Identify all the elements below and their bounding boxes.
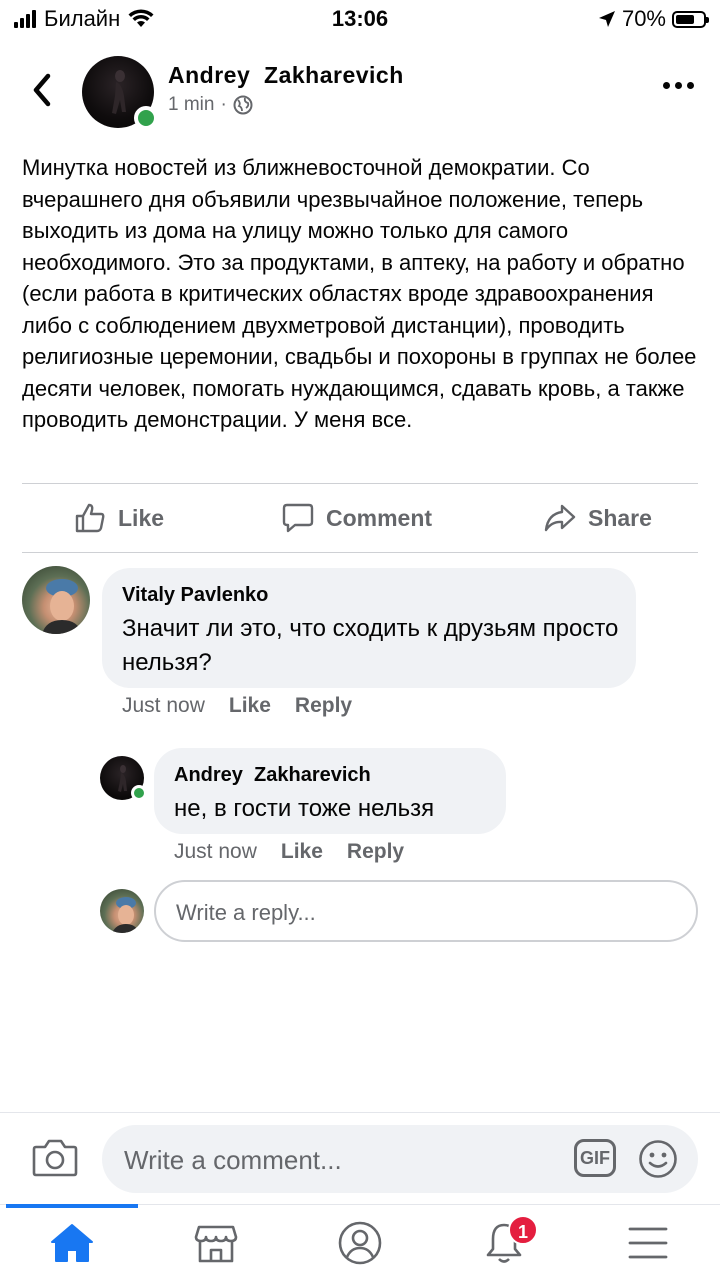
comment-item: Vitaly Pavlenko Значит ли это, что сходи… [0,566,720,726]
battery-icon [672,10,709,28]
marketplace-icon [194,1225,238,1263]
online-status-dot [131,785,147,801]
emoji-icon[interactable] [638,1139,678,1179]
meta-separator: · [220,94,227,115]
comment-author[interactable]: Vitaly Pavlenko [122,584,268,607]
tab-notifications[interactable]: 1 [432,1215,576,1269]
tab-home[interactable] [0,1217,144,1269]
home-icon [51,1224,93,1262]
share-arrow-icon [544,504,576,532]
reply-text: не, в гости тоже нельзя [174,795,435,822]
comment-time: Just now [122,694,205,717]
battery-percent: 70% [621,6,666,31]
active-tab-indicator [6,1204,138,1208]
tab-profile[interactable] [288,1217,432,1269]
post-text: Минутка новостей из ближневосточной демо… [22,155,697,432]
notifications-wrap: 1 [482,1215,538,1265]
comment-text: Значит ли это, что сходить к друзьям про… [122,615,619,676]
reply-actions: Just now Like Reply [174,840,404,864]
current-user-avatar [100,889,144,933]
comment-like-button[interactable]: Like [229,694,271,718]
more-options-icon[interactable] [663,82,694,89]
comment-bubble[interactable]: Vitaly Pavlenko Значит ли это, что сходи… [102,568,636,688]
notification-badge: 1 [508,1215,538,1245]
gif-button[interactable]: GIF [574,1139,616,1177]
comment-button[interactable]: Comment [282,484,432,552]
comment-label: Comment [326,504,433,531]
thumbs-up-icon [75,503,105,533]
bottom-tab-bar: 1 [0,1204,720,1280]
profile-icon [338,1221,382,1265]
comment-placeholder: Write a comment... [124,1145,342,1175]
share-label: Share [588,504,652,531]
author-name[interactable]: Andrey Zakharevich [168,62,404,89]
divider-bottom [22,552,698,553]
status-bar: Билайн 13:06 70% [0,0,720,40]
like-label: Like [118,504,165,531]
post-header: Andrey Zakharevich 1 min · [0,48,720,134]
reply-time: Just now [174,840,257,863]
back-icon[interactable] [26,70,60,110]
reply-author-avatar[interactable] [100,756,147,801]
camera-icon[interactable] [32,1137,78,1177]
reply-like-button[interactable]: Like [281,840,323,864]
globe-icon [233,95,253,115]
comment-composer: Write a comment... GIF [0,1112,720,1204]
author-avatar[interactable] [82,56,158,130]
hamburger-menu-icon [628,1227,668,1259]
comment-bubble-icon [282,503,314,533]
tab-marketplace[interactable] [144,1217,288,1269]
reply-reply-button[interactable]: Reply [347,840,404,864]
reply-input[interactable]: Write a reply... [154,880,698,942]
reply-author[interactable]: Andrey Zakharevich [174,764,371,787]
commenter-avatar[interactable] [22,566,90,634]
reply-placeholder: Write a reply... [176,900,316,925]
post-meta: 1 min · [168,94,253,116]
person-photo-icon [42,579,82,634]
like-button[interactable]: Like [74,484,164,552]
comment-input[interactable]: Write a comment... GIF [102,1125,698,1193]
online-status-dot [134,106,158,130]
post-time: 1 min [168,94,215,115]
reply-bubble[interactable]: Andrey Zakharevich не, в гости тоже нель… [154,748,506,834]
location-arrow-icon [598,11,615,27]
tab-menu[interactable] [576,1217,720,1269]
reply-item: Andrey Zakharevich не, в гости тоже нель… [0,748,720,868]
comment-reply-button[interactable]: Reply [295,694,352,718]
person-photo-icon [112,897,139,933]
comment-actions: Just now Like Reply [122,694,352,718]
share-button[interactable]: Share [544,484,652,552]
post-actions: Like Comment Share [0,484,720,552]
status-right: 70% [598,6,709,32]
